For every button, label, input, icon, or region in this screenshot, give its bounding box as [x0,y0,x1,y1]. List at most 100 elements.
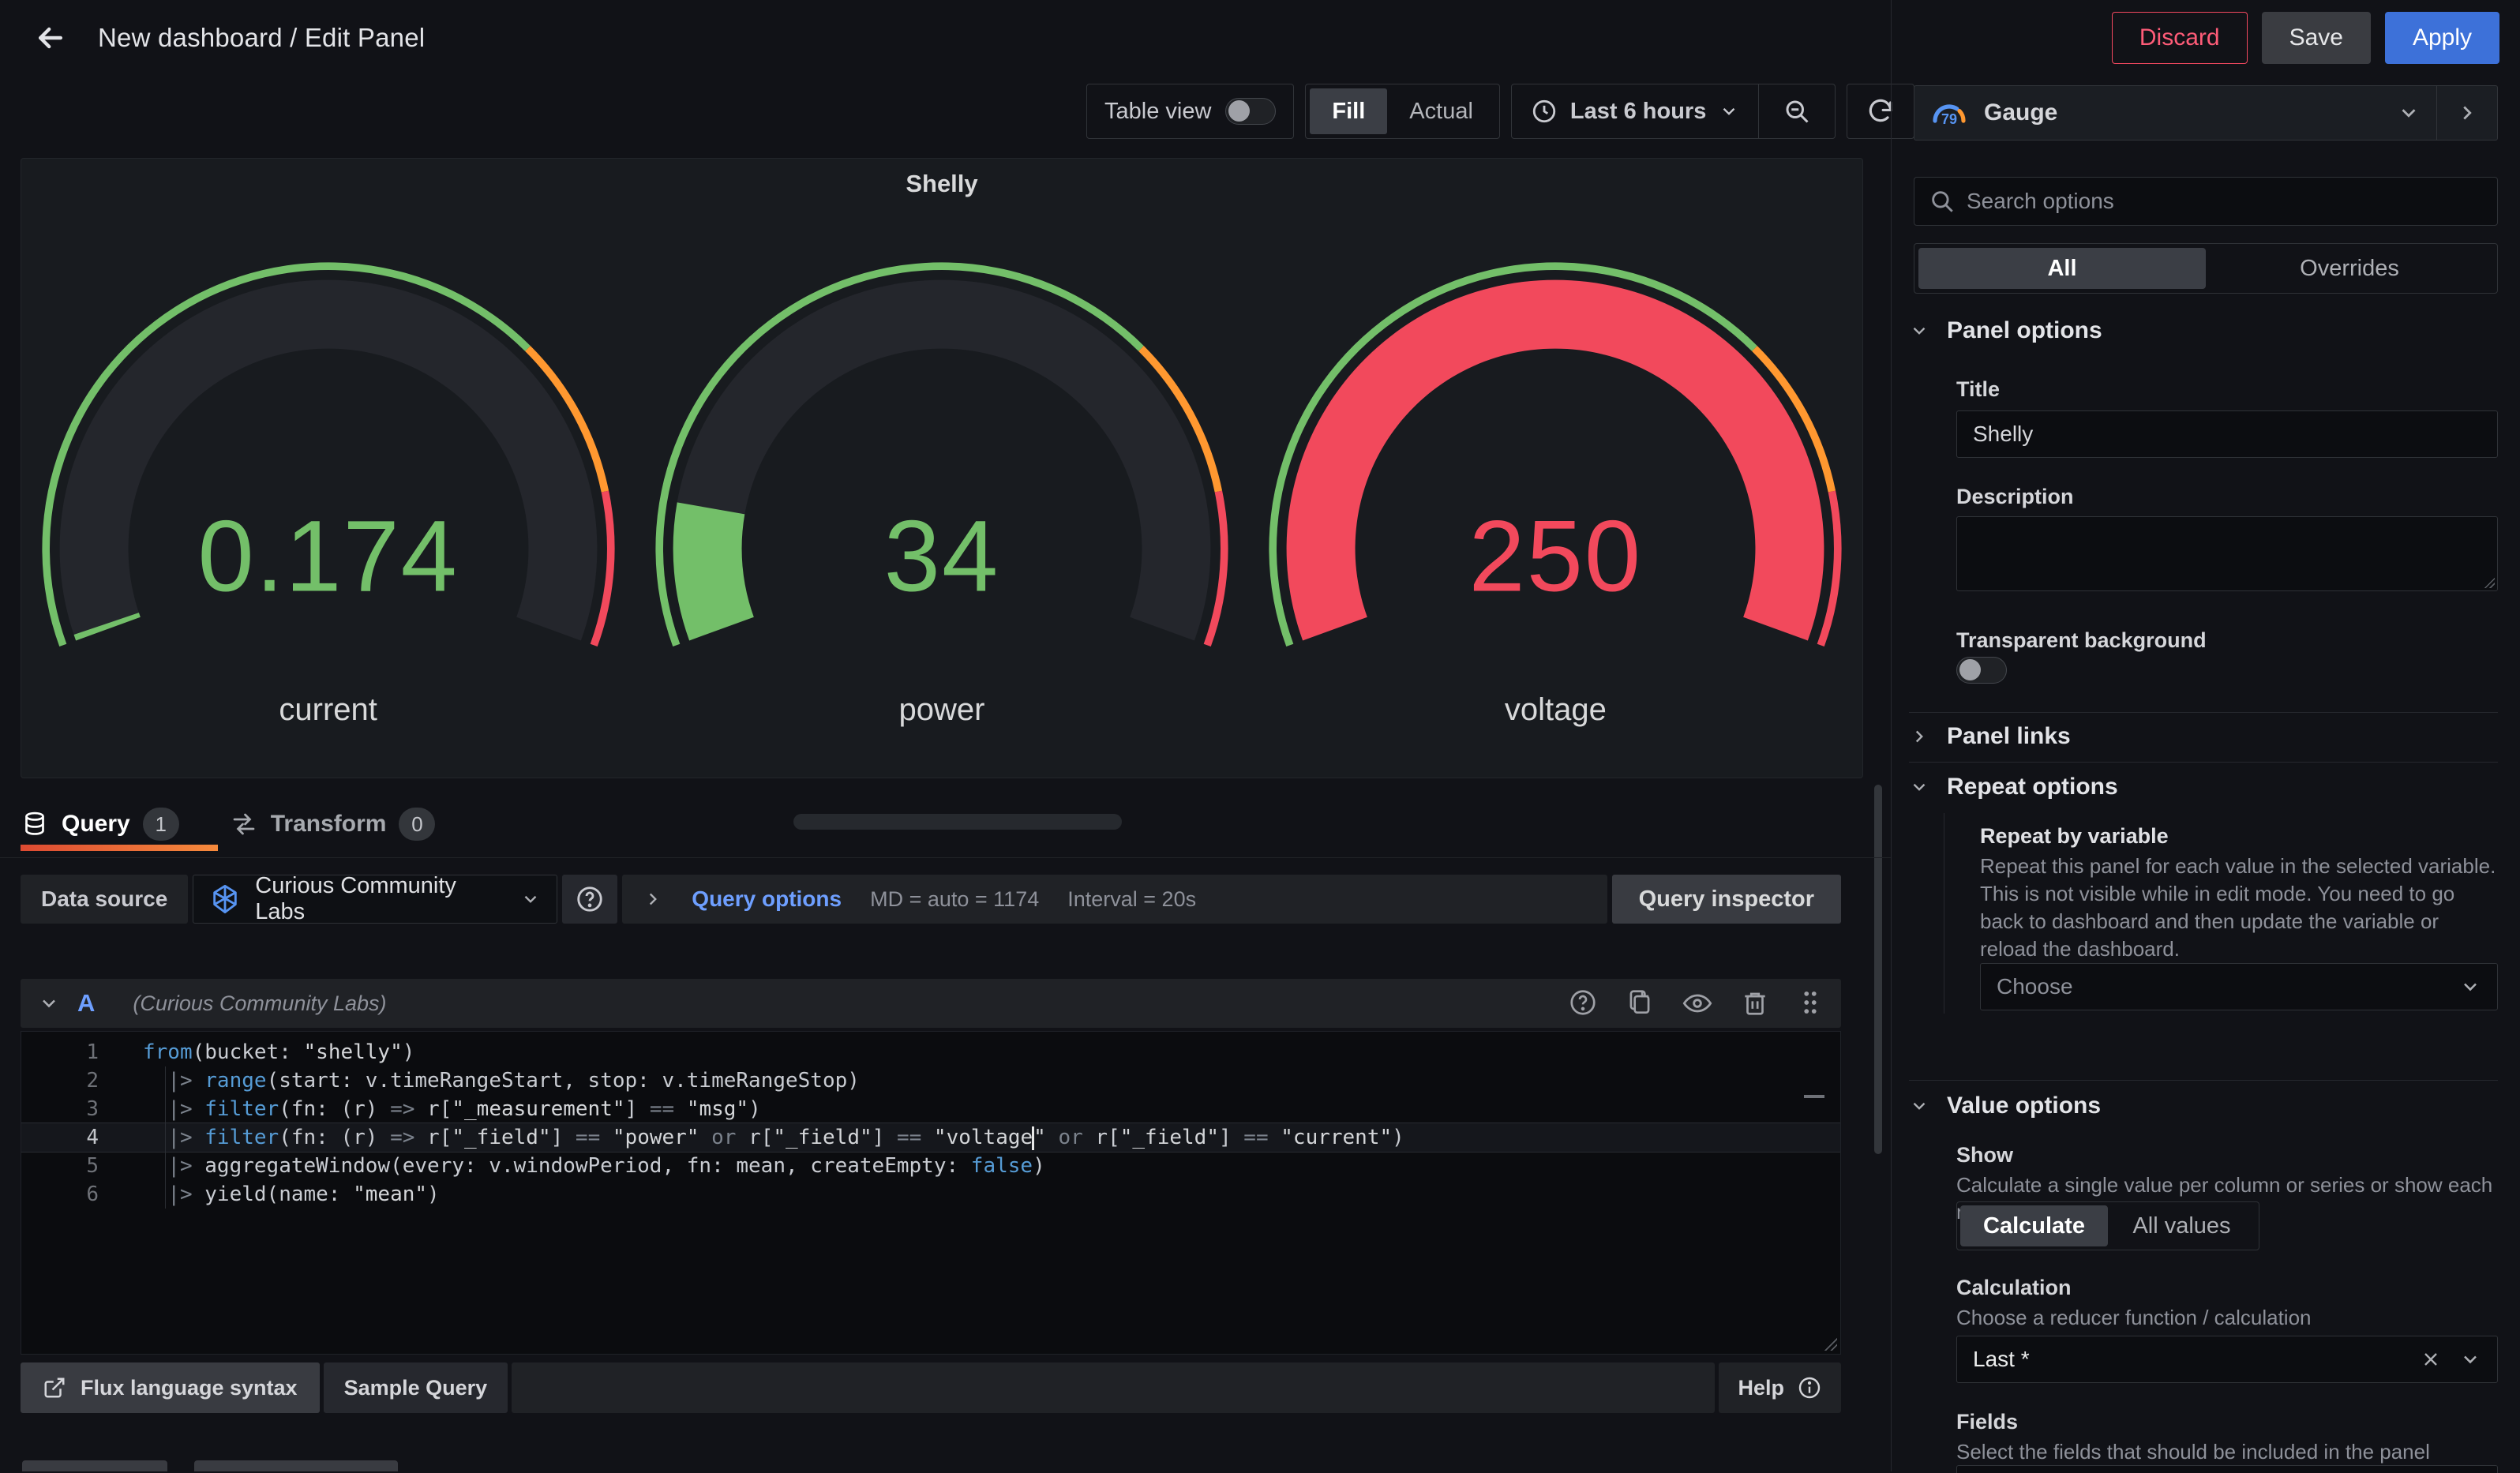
active-tab-underline [21,845,218,851]
tab-query-label: Query [62,811,130,838]
save-button[interactable]: Save [2262,12,2371,64]
query-footer: Flux language syntax Sample Query Help [21,1362,1841,1413]
datasource-help-button[interactable] [562,875,617,924]
clear-x-icon[interactable] [2420,1348,2442,1370]
title-field-label: Title [1956,377,2000,402]
scrollbar[interactable] [1874,785,1882,1154]
query-inspector-button[interactable]: Query inspector [1612,875,1841,924]
tab-transform[interactable]: Transform 0 [230,808,436,841]
flux-code-editor[interactable]: 1from(bucket: "shelly")2 |> range(start:… [21,1031,1841,1355]
table-view-control: Table view [1086,84,1294,139]
gauge-viz-icon: 79 [1929,96,1970,130]
tab-query-count: 1 [143,808,179,841]
gauge-power: 34 power [635,250,1248,771]
tab-query[interactable]: Query 1 [21,808,179,841]
divider [1909,1080,2498,1081]
datasource-select[interactable]: Curious Community Labs [193,875,557,924]
code-fold-indicator [1804,1095,1824,1098]
calculate-segment[interactable]: Calculate [1960,1205,2108,1246]
transparent-bg-toggle[interactable] [1956,657,2007,684]
sample-query-button[interactable]: Sample Query [324,1362,508,1413]
section-panel-links[interactable]: Panel links [1909,723,2071,750]
discard-button[interactable]: Discard [2112,12,2248,64]
visualization-picker[interactable]: 79 Gauge [1914,85,2498,141]
section-repeat-options[interactable]: Repeat options [1909,774,2118,800]
query-row-header[interactable]: A (Curious Community Labs) [21,979,1841,1028]
select-placeholder: Choose [1997,974,2073,999]
datasource-row: Data source Curious Community Labs Query… [21,875,1841,924]
section-title: Panel links [1947,723,2071,750]
duplicate-query-icon[interactable] [1625,988,1655,1019]
divider [1909,712,2498,713]
apply-button[interactable]: Apply [2385,12,2499,64]
actual-segment[interactable]: Actual [1387,88,1495,134]
chevron-down-icon [2397,101,2421,125]
drag-handle-icon[interactable] [1797,988,1824,1019]
time-range-picker[interactable]: Last 6 hours [1512,84,1758,138]
hide-response-eye-icon[interactable] [1682,988,1713,1019]
options-search[interactable] [1914,177,2498,226]
indent-guide [165,1066,166,1209]
gauge-voltage: 250 voltage [1249,250,1862,771]
chevron-down-icon [1909,777,1929,797]
chevron-right-icon [1909,726,1929,747]
query-help-icon[interactable] [1568,988,1598,1019]
search-icon [1929,188,1956,215]
code-line[interactable]: 6 |> yield(name: "mean") [21,1180,1840,1209]
gauge-label: current [21,692,635,728]
zoom-out-button[interactable] [1759,84,1835,138]
datasource-name: Curious Community Labs [255,873,506,925]
textarea-resize-grip[interactable] [2483,576,2495,588]
fill-actual-segmented: Fill Actual [1305,84,1500,139]
flux-syntax-button[interactable]: Flux language syntax [21,1362,320,1413]
tab-overrides[interactable]: Overrides [2206,248,2493,289]
section-value-options[interactable]: Value options [1909,1093,2101,1119]
add-expression-button-clipped[interactable] [194,1460,398,1471]
gauge-panel: Shelly 0.174 current 34 power 250 voltag… [21,158,1863,778]
calculation-select[interactable]: Last * [1956,1336,2498,1383]
options-filter-tabs: All Overrides [1914,243,2498,294]
help-button[interactable]: Help [1719,1362,1841,1413]
collapse-pane-chevron-right[interactable] [2437,101,2497,125]
tab-transform-label: Transform [271,811,387,838]
chevron-down-icon[interactable] [2459,1348,2481,1370]
code-line[interactable]: 3 |> filter(fn: (r) => r["_measurement"]… [21,1095,1840,1123]
back-arrow-icon[interactable] [28,16,73,60]
datasource-label: Data source [21,875,188,924]
code-line[interactable]: 1from(bucket: "shelly") [21,1038,1840,1066]
add-query-button-clipped[interactable] [22,1460,167,1471]
time-range-label: Last 6 hours [1570,99,1706,125]
tab-all[interactable]: All [1918,248,2206,289]
table-view-toggle[interactable] [1225,98,1276,125]
gauge-value: 250 [1249,499,1862,615]
repeat-variable-select[interactable]: Choose [1980,963,2498,1010]
repeat-by-variable-label: Repeat by variable [1980,824,2169,849]
fill-segment[interactable]: Fill [1310,88,1387,134]
chevron-down-icon [1909,320,1929,341]
search-input[interactable] [1967,189,2483,214]
time-range-control: Last 6 hours [1511,84,1836,139]
query-datasource-hint: (Curious Community Labs) [133,991,386,1016]
calculation-desc: Choose a reducer function / calculation [1956,1304,2493,1331]
editor-resize-grip[interactable] [1823,1336,1837,1351]
panel-title-input[interactable]: Shelly [1956,410,2498,458]
chevron-right-icon [643,889,663,909]
repeat-by-variable-desc: Repeat this panel for each value in the … [1980,853,2498,963]
calculation-label: Calculation [1956,1276,2072,1300]
section-panel-options[interactable]: Panel options [1909,317,2102,344]
help-label: Help [1738,1376,1784,1400]
code-line[interactable]: 5 |> aggregateWindow(every: v.windowPeri… [21,1152,1840,1180]
fields-select-clipped[interactable] [1956,1465,2498,1473]
remove-query-trash-icon[interactable] [1740,988,1770,1019]
query-ref-letter: A [77,989,95,1018]
database-icon [21,810,49,838]
pane-resize-handle[interactable] [793,814,1122,830]
fields-desc: Select the fields that should be include… [1956,1438,2493,1465]
table-view-label: Table view [1104,99,1211,125]
code-line[interactable]: 4 |> filter(fn: (r) => r["_field"] == "p… [21,1123,1840,1152]
code-line[interactable]: 2 |> range(start: v.timeRangeStart, stop… [21,1066,1840,1095]
query-options-link[interactable]: Query options [692,886,842,912]
all-values-segment[interactable]: All values [2108,1205,2256,1246]
description-textarea[interactable] [1956,516,2498,591]
external-link-icon [43,1376,66,1400]
